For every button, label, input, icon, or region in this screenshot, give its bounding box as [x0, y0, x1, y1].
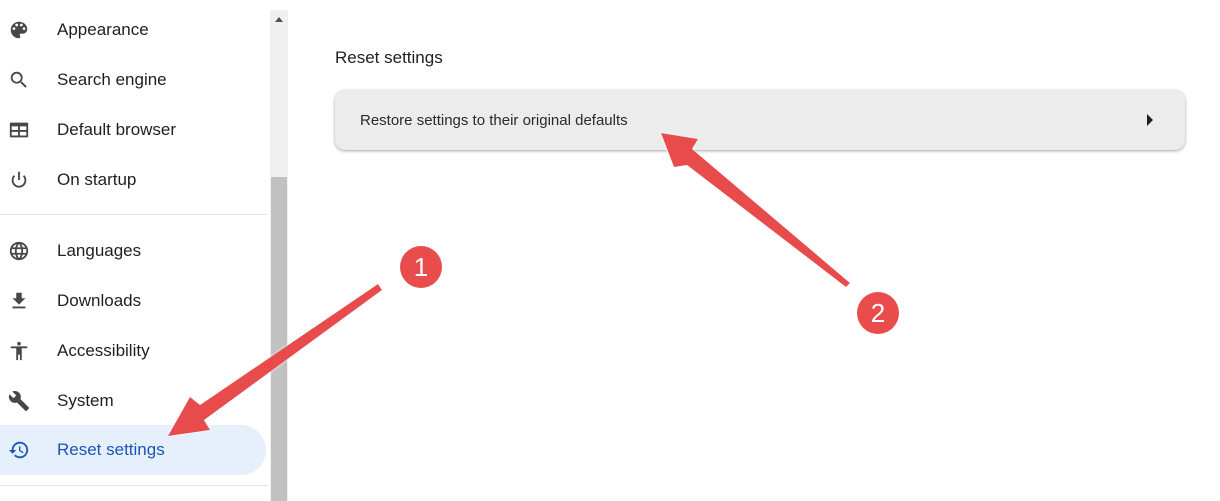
- sidebar-item-label: On startup: [57, 170, 137, 189]
- sidebar-item-downloads[interactable]: Downloads: [0, 276, 266, 326]
- sidebar-item-label: Accessibility: [57, 341, 150, 360]
- sidebar-item-search-engine[interactable]: Search engine: [0, 55, 266, 105]
- sidebar-item-label: Languages: [57, 241, 142, 260]
- sidebar-item-system[interactable]: System: [0, 376, 266, 426]
- power-icon: [7, 168, 31, 192]
- annotation-badge-2: 2: [857, 292, 899, 334]
- sidebar-item-label: System: [57, 391, 114, 410]
- sidebar-divider: [0, 214, 268, 215]
- restore-defaults-row[interactable]: Restore settings to their original defau…: [335, 90, 1185, 150]
- sidebar-divider: [0, 485, 268, 486]
- sidebar-item-default-browser[interactable]: Default browser: [0, 105, 266, 155]
- palette-icon: [7, 18, 31, 42]
- sidebar-scrollbar[interactable]: [270, 10, 288, 501]
- sidebar-item-label: Reset settings: [57, 440, 165, 459]
- chevron-right-icon: [1147, 114, 1153, 126]
- sidebar-item-label: Downloads: [57, 291, 142, 310]
- sidebar-item-label: Search engine: [57, 70, 167, 89]
- search-icon: [7, 68, 31, 92]
- accessibility-icon: [7, 339, 31, 363]
- sidebar-item-languages[interactable]: Languages: [0, 226, 266, 276]
- download-icon: [7, 289, 31, 313]
- annotation-arrow-2: [661, 133, 850, 287]
- restore-history-icon: [7, 438, 31, 462]
- globe-icon: [7, 239, 31, 263]
- sidebar-item-label: Appearance: [57, 20, 149, 39]
- annotation-badge-2-number: 2: [871, 298, 885, 328]
- scrollbar-thumb[interactable]: [271, 177, 287, 501]
- section-title: Reset settings: [335, 48, 443, 67]
- wrench-icon: [7, 389, 31, 413]
- sidebar-item-on-startup[interactable]: On startup: [0, 155, 266, 205]
- annotation-badge-1-number: 1: [414, 252, 428, 282]
- annotation-badge-1: 1: [400, 246, 442, 288]
- sidebar-item-accessibility[interactable]: Accessibility: [0, 326, 266, 376]
- sidebar-item-label: Default browser: [57, 120, 177, 139]
- browser-window-icon: [7, 118, 31, 142]
- sidebar-item-reset-settings[interactable]: Reset settings: [0, 425, 266, 475]
- restore-defaults-label: Restore settings to their original defau…: [360, 112, 628, 129]
- sidebar-item-appearance[interactable]: Appearance: [0, 5, 266, 55]
- settings-sidebar: Appearance Search engine Default browser…: [0, 0, 270, 501]
- scroll-up-arrow-icon[interactable]: [270, 10, 288, 28]
